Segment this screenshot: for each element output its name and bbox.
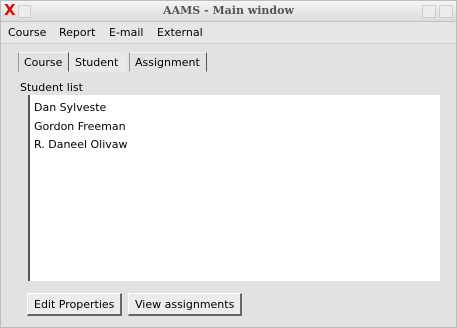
edit-properties-button[interactable]: Edit Properties (27, 293, 123, 316)
view-assignments-button[interactable]: View assignments (128, 293, 243, 316)
main-window: X AAMS - Main window Course Report E-mai… (0, 0, 457, 328)
maximize-icon[interactable] (439, 5, 453, 18)
tab-student[interactable]: Student (69, 52, 127, 72)
list-item[interactable]: Dan Sylveste (34, 101, 106, 114)
window-title: AAMS - Main window (163, 4, 294, 17)
student-listbox[interactable]: Dan Sylveste Gordon Freeman R. Daneel Ol… (28, 95, 440, 281)
minimize-icon[interactable] (422, 5, 436, 18)
tab-course[interactable]: Course (18, 52, 69, 72)
list-item[interactable]: R. Daneel Olivaw (34, 138, 128, 151)
menu-bar: Course Report E-mail External (1, 22, 456, 44)
list-item[interactable]: Gordon Freeman (34, 120, 126, 133)
title-bar[interactable]: X AAMS - Main window (1, 1, 456, 22)
group-label: Student list (19, 81, 84, 94)
tab-assignment[interactable]: Assignment (129, 52, 207, 72)
menu-course[interactable]: Course (6, 26, 48, 39)
menu-email[interactable]: E-mail (107, 26, 146, 39)
menu-report[interactable]: Report (57, 26, 97, 39)
menu-external[interactable]: External (155, 26, 205, 39)
